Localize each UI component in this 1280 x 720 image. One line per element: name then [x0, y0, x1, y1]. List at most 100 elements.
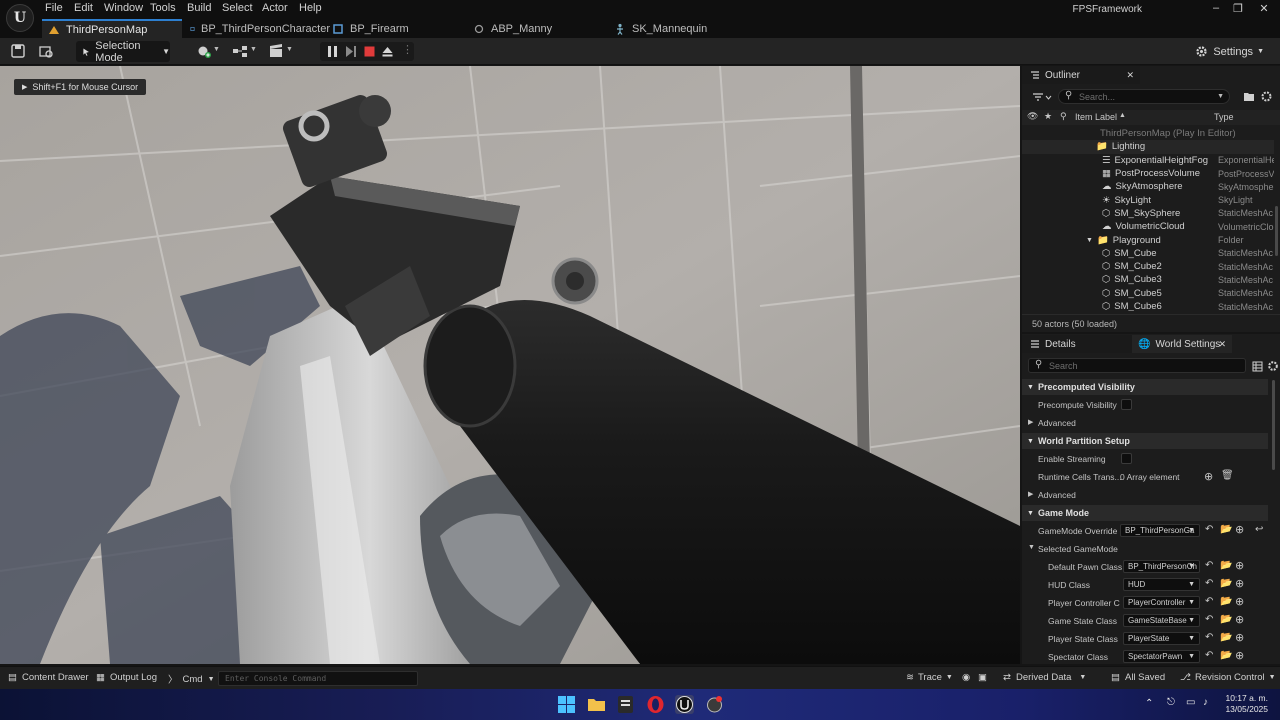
details-search-input[interactable]: ⚲ Search	[1028, 358, 1246, 373]
browse-icon[interactable]: 📂	[1220, 560, 1232, 571]
epic-games-icon[interactable]	[616, 695, 635, 714]
list-item[interactable]: ☀ SkyLight SkyLight	[1022, 194, 1274, 207]
list-item[interactable]: ▦ PostProcessVolume PostProcessV	[1022, 167, 1274, 180]
derived-data-dropdown[interactable]: ⇄ Derived Data ▼	[1003, 672, 1086, 683]
category-game-mode[interactable]: ▼ Game Mode	[1022, 505, 1268, 521]
tab-bp-thirdpersoncharacter[interactable]: BP_ThirdPersonCharacter	[190, 19, 330, 38]
filter-icon[interactable]	[1032, 92, 1052, 102]
category-world-partition-setup[interactable]: ▼ World Partition Setup	[1022, 433, 1268, 449]
cinematics-icon[interactable]	[268, 43, 284, 59]
all-saved-button[interactable]: ▤ All Saved	[1111, 672, 1165, 683]
level-viewport[interactable]	[0, 66, 1020, 664]
eject-icon[interactable]	[381, 45, 394, 58]
screenshot-icon[interactable]: ▣	[978, 672, 987, 683]
content-browser-icon[interactable]	[38, 43, 54, 59]
close-icon[interactable]: ✕	[1218, 339, 1226, 350]
default-pawn-dropdown[interactable]: BP_ThirdPersonCh ▼	[1123, 560, 1200, 573]
settings-button[interactable]: Settings ▼	[1195, 42, 1264, 61]
add-icon[interactable]: ⊕	[1235, 613, 1244, 626]
tab-abp-manny[interactable]: ABP_Manny	[473, 19, 603, 38]
browse-icon[interactable]: 📂	[1220, 578, 1232, 589]
chevron-down-icon[interactable]: ▼	[213, 46, 220, 53]
trace-dropdown[interactable]: ≋ Trace ▼	[906, 672, 953, 683]
table-view-icon[interactable]	[1252, 361, 1263, 372]
tab-bp-firearm[interactable]: BP_Firearm	[332, 19, 462, 38]
tab-details[interactable]: Details	[1022, 335, 1132, 353]
menu-select[interactable]: Select	[222, 2, 253, 14]
gear-icon[interactable]	[1267, 360, 1279, 372]
close-icon[interactable]: ✕	[1126, 70, 1134, 81]
file-explorer-icon[interactable]	[587, 695, 606, 714]
network-icon[interactable]: ▭	[1186, 697, 1195, 708]
use-selected-icon[interactable]: ↶	[1205, 596, 1213, 607]
add-icon[interactable]: ⊕	[1235, 559, 1244, 572]
menu-build[interactable]: Build	[187, 2, 211, 14]
minimize-icon[interactable]: –	[1208, 2, 1224, 16]
menu-help[interactable]: Help	[299, 2, 322, 14]
selection-mode-dropdown[interactable]: Selection Mode ▼	[76, 40, 170, 64]
app-icon[interactable]	[705, 695, 724, 714]
save-icon[interactable]	[10, 43, 26, 59]
opera-browser-icon[interactable]	[646, 695, 665, 714]
player-state-dropdown[interactable]: PlayerState ▼	[1123, 632, 1200, 645]
eye-icon[interactable]: 👁	[1027, 111, 1038, 122]
hud-class-dropdown[interactable]: HUD ▼	[1123, 578, 1200, 591]
outliner-scrollbar[interactable]	[1275, 206, 1278, 256]
windows-start-icon[interactable]	[557, 695, 576, 714]
chevron-up-icon[interactable]: ⌃	[1145, 698, 1153, 709]
tab-thirdpersonmap[interactable]: ThirdPersonMap	[42, 19, 182, 38]
use-selected-icon[interactable]: ↶	[1205, 560, 1213, 571]
outliner-search-input[interactable]: ⚲ Search... ▼	[1058, 89, 1230, 104]
player-controller-dropdown[interactable]: PlayerController ▼	[1123, 596, 1200, 609]
tab-sk-mannequin[interactable]: SK_Mannequin	[614, 19, 744, 38]
browse-icon[interactable]: 📂	[1220, 524, 1232, 535]
list-item[interactable]: ⬡ SM_Cube StaticMeshAc	[1022, 247, 1274, 260]
stop-icon[interactable]	[363, 45, 376, 58]
use-selected-icon[interactable]: ↶	[1205, 632, 1213, 643]
more-options-icon[interactable]: ⋮	[402, 43, 413, 56]
game-state-dropdown[interactable]: GameStateBase ▼	[1123, 614, 1200, 627]
use-selected-icon[interactable]: ↶	[1205, 614, 1213, 625]
browse-icon[interactable]: 📂	[1220, 614, 1232, 625]
menu-edit[interactable]: Edit	[74, 2, 93, 14]
record-icon[interactable]: ◉	[962, 672, 970, 683]
frame-skip-icon[interactable]	[344, 45, 357, 58]
list-item-playground[interactable]: ▼ 📁 Playground Folder	[1022, 233, 1274, 246]
list-item[interactable]: ⬡ SM_Cube6 StaticMeshAc	[1022, 300, 1274, 311]
add-element-icon[interactable]: ⊕	[1204, 470, 1213, 483]
cmd-dropdown[interactable]: 〉 Cmd ▼	[168, 672, 215, 687]
list-item[interactable]: ⬡ SM_SkySphere StaticMeshAc	[1022, 207, 1274, 220]
browse-icon[interactable]: 📂	[1220, 650, 1232, 661]
unreal-logo-icon[interactable]: U	[6, 4, 34, 32]
list-item[interactable]: ⬡ SM_Cube3 StaticMeshAc	[1022, 273, 1274, 286]
tab-outliner[interactable]: Outliner ✕	[1022, 66, 1140, 84]
map-row[interactable]: ThirdPersonMap (Play In Editor)	[1100, 127, 1236, 140]
add-icon[interactable]: ⊕	[1235, 595, 1244, 608]
details-scrollbar[interactable]	[1272, 380, 1275, 470]
menu-tools[interactable]: Tools	[150, 2, 176, 14]
add-icon[interactable]: ⊕	[1235, 523, 1244, 536]
enable-streaming-checkbox[interactable]	[1121, 453, 1132, 464]
column-type[interactable]: Type	[1214, 112, 1234, 122]
pause-icon[interactable]	[326, 45, 339, 58]
advanced-section[interactable]: Advanced	[1038, 490, 1076, 500]
pin-icon[interactable]: ⚲	[1060, 111, 1067, 122]
precompute-visibility-checkbox[interactable]	[1121, 399, 1132, 410]
list-item[interactable]: ☁ SkyAtmosphere SkyAtmosphe	[1022, 180, 1274, 193]
list-item[interactable]: ☰ ExponentialHeightFog ExponentialHe	[1022, 154, 1274, 167]
system-clock[interactable]: 10:17 a. m. 13/05/2025	[1225, 693, 1268, 715]
use-selected-icon[interactable]: ↶	[1205, 524, 1213, 535]
chevron-down-icon[interactable]: ▼	[1086, 237, 1093, 244]
star-icon[interactable]: ★	[1044, 111, 1052, 122]
microphone-icon[interactable]: ⎋	[1167, 697, 1175, 708]
chevron-right-icon[interactable]: ▶	[1028, 418, 1033, 426]
revision-control-dropdown[interactable]: ⎇ Revision Control ▼	[1180, 672, 1276, 683]
list-item-lighting[interactable]: 📁 Lighting	[1022, 140, 1274, 154]
console-command-input[interactable]: Enter Console Command	[218, 671, 418, 686]
output-log-button[interactable]: ▦ Output Log	[96, 672, 157, 683]
menu-actor[interactable]: Actor	[262, 2, 288, 14]
add-icon[interactable]: ⊕	[1235, 649, 1244, 662]
category-precomputed-visibility[interactable]: ▼ Precomputed Visibility	[1022, 379, 1268, 395]
unreal-editor-taskbar-icon[interactable]	[675, 695, 694, 714]
browse-icon[interactable]: 📂	[1220, 632, 1232, 643]
